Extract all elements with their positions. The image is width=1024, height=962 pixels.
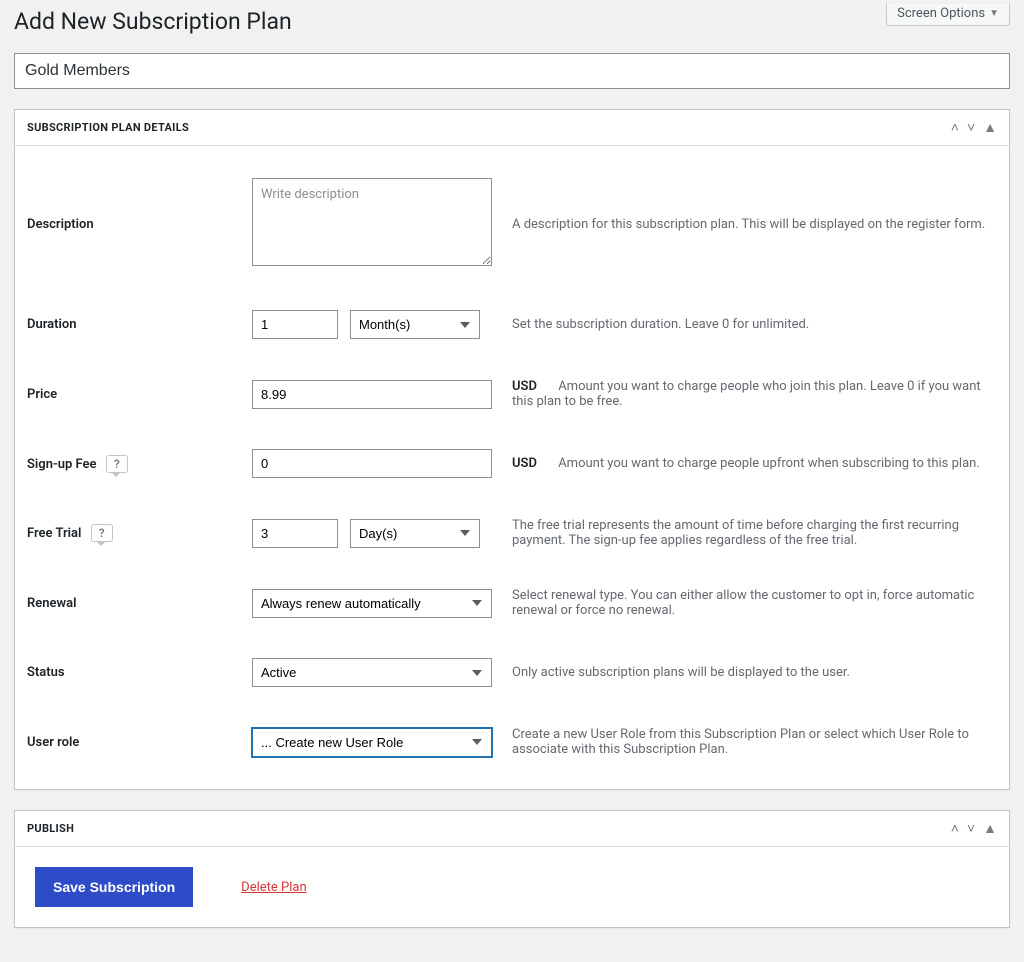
renewal-label: Renewal: [27, 568, 252, 638]
delete-plan-link[interactable]: Delete Plan: [241, 880, 306, 895]
duration-input[interactable]: [252, 310, 338, 339]
details-panel: SUBSCRIPTION PLAN DETAILS ˄ ˅ ▲ Descript…: [14, 109, 1010, 790]
panel-collapse-icon[interactable]: ▲: [983, 822, 997, 836]
signup-fee-input[interactable]: [252, 449, 492, 478]
panel-move-down-icon[interactable]: ˅: [967, 121, 975, 135]
duration-label: Duration: [27, 290, 252, 359]
user-role-select[interactable]: ... Create new User Role: [252, 728, 492, 757]
details-panel-header: SUBSCRIPTION PLAN DETAILS ˄ ˅ ▲: [15, 110, 1009, 146]
duration-unit-select[interactable]: Month(s): [350, 310, 480, 339]
panel-move-up-icon[interactable]: ˄: [951, 121, 959, 135]
panel-handle-actions: ˄ ˅ ▲: [951, 822, 997, 836]
renewal-select[interactable]: Always renew automatically: [252, 589, 492, 618]
status-select[interactable]: Active: [252, 658, 492, 687]
price-help: Amount you want to charge people who joi…: [512, 379, 981, 409]
free-trial-input[interactable]: [252, 519, 338, 548]
status-help: Only active subscription plans will be d…: [512, 638, 997, 707]
signup-fee-help: Amount you want to charge people upfront…: [558, 456, 980, 471]
description-help: A description for this subscription plan…: [512, 158, 997, 290]
publish-panel-title: PUBLISH: [27, 822, 74, 835]
chevron-down-icon: ▼: [989, 8, 999, 19]
plan-title-input[interactable]: [14, 53, 1010, 89]
help-icon[interactable]: ?: [91, 524, 113, 542]
description-textarea[interactable]: [252, 178, 492, 266]
duration-help: Set the subscription duration. Leave 0 f…: [512, 290, 997, 359]
screen-options-toggle[interactable]: Screen Options ▼: [886, 4, 1010, 26]
panel-move-up-icon[interactable]: ˄: [951, 822, 959, 836]
status-label: Status: [27, 638, 252, 707]
price-input[interactable]: [252, 380, 492, 409]
screen-options-label: Screen Options: [897, 6, 985, 21]
renewal-help: Select renewal type. You can either allo…: [512, 568, 997, 638]
free-trial-help: The free trial represents the amount of …: [512, 498, 997, 568]
signup-fee-currency: USD: [512, 456, 537, 471]
signup-fee-label: Sign-up Fee: [27, 457, 97, 472]
user-role-help: Create a new User Role from this Subscri…: [512, 707, 997, 777]
price-label: Price: [27, 359, 252, 429]
save-subscription-button[interactable]: Save Subscription: [35, 867, 193, 907]
panel-collapse-icon[interactable]: ▲: [983, 121, 997, 135]
publish-panel-header: PUBLISH ˄ ˅ ▲: [15, 811, 1009, 847]
user-role-label: User role: [27, 707, 252, 777]
help-icon[interactable]: ?: [106, 455, 128, 473]
free-trial-label: Free Trial: [27, 526, 81, 541]
page-title: Add New Subscription Plan: [14, 8, 1010, 35]
publish-panel: PUBLISH ˄ ˅ ▲ Save Subscription Delete P…: [14, 810, 1010, 928]
details-panel-title: SUBSCRIPTION PLAN DETAILS: [27, 121, 189, 134]
panel-move-down-icon[interactable]: ˅: [967, 822, 975, 836]
description-label: Description: [27, 158, 252, 290]
panel-handle-actions: ˄ ˅ ▲: [951, 121, 997, 135]
price-currency: USD: [512, 379, 537, 394]
free-trial-unit-select[interactable]: Day(s): [350, 519, 480, 548]
